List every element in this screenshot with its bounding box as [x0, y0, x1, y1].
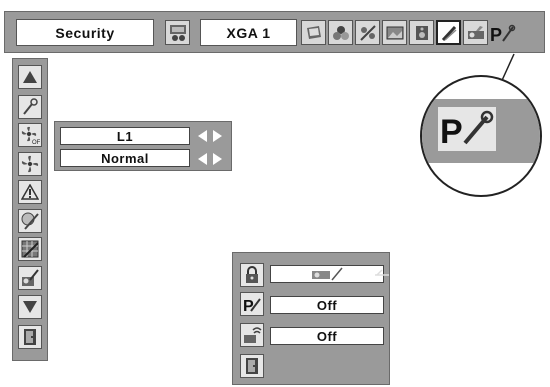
top-menu-bar: Security XGA 1 P: [4, 11, 545, 53]
setting-icon[interactable]: [436, 20, 461, 45]
down-arrow-icon[interactable]: [18, 295, 42, 319]
key-icon[interactable]: [18, 95, 42, 119]
grid-icon[interactable]: [18, 237, 42, 261]
pin-code-field[interactable]: Off: [270, 296, 384, 314]
fan-mode-field[interactable]: Normal: [60, 149, 190, 167]
fan-submenu: L1 Normal: [54, 121, 232, 171]
security-submenu: P Off Off: [232, 252, 390, 385]
warning-icon[interactable]: [18, 180, 42, 204]
test-icon[interactable]: [18, 266, 42, 290]
remote-lock-field[interactable]: Off: [270, 327, 384, 345]
pointer-icon: [375, 269, 389, 276]
left-menu-column: OFF: [12, 58, 48, 361]
exit-icon[interactable]: [18, 325, 42, 349]
security-icon[interactable]: P: [489, 22, 517, 46]
picture-icon[interactable]: [382, 20, 407, 45]
lock-icon[interactable]: [240, 263, 264, 287]
projector-lock-icon: [312, 267, 343, 281]
projector-icon[interactable]: [463, 20, 488, 45]
color-icon[interactable]: [328, 20, 353, 45]
svg-text:P: P: [490, 25, 502, 45]
input-source-label: XGA 1: [200, 19, 297, 46]
fan-icon[interactable]: [18, 152, 42, 176]
pin-code-icon[interactable]: P: [240, 292, 264, 316]
fan-setting-field[interactable]: L1: [60, 127, 190, 145]
magnified-view: P: [420, 75, 542, 197]
screen-icon[interactable]: [355, 20, 380, 45]
filter-icon[interactable]: [18, 209, 42, 233]
svg-text:P: P: [243, 298, 254, 314]
remote-control-icon[interactable]: [240, 323, 264, 347]
computer-system-icon[interactable]: [301, 20, 326, 45]
menu-title: Security: [16, 19, 154, 46]
fan-off-icon[interactable]: OFF: [18, 123, 42, 147]
up-arrow-icon[interactable]: [18, 65, 42, 89]
projector-lock-field[interactable]: [270, 265, 384, 283]
image-adjust-icon[interactable]: [165, 20, 190, 45]
sound-icon[interactable]: [409, 20, 434, 45]
adjust-arrows-icon[interactable]: [197, 152, 223, 166]
exit-icon[interactable]: [240, 354, 264, 378]
security-icon: P: [438, 107, 496, 151]
svg-text:P: P: [440, 113, 463, 149]
svg-text:OFF: OFF: [32, 140, 40, 145]
adjust-arrows-icon[interactable]: [197, 129, 223, 143]
